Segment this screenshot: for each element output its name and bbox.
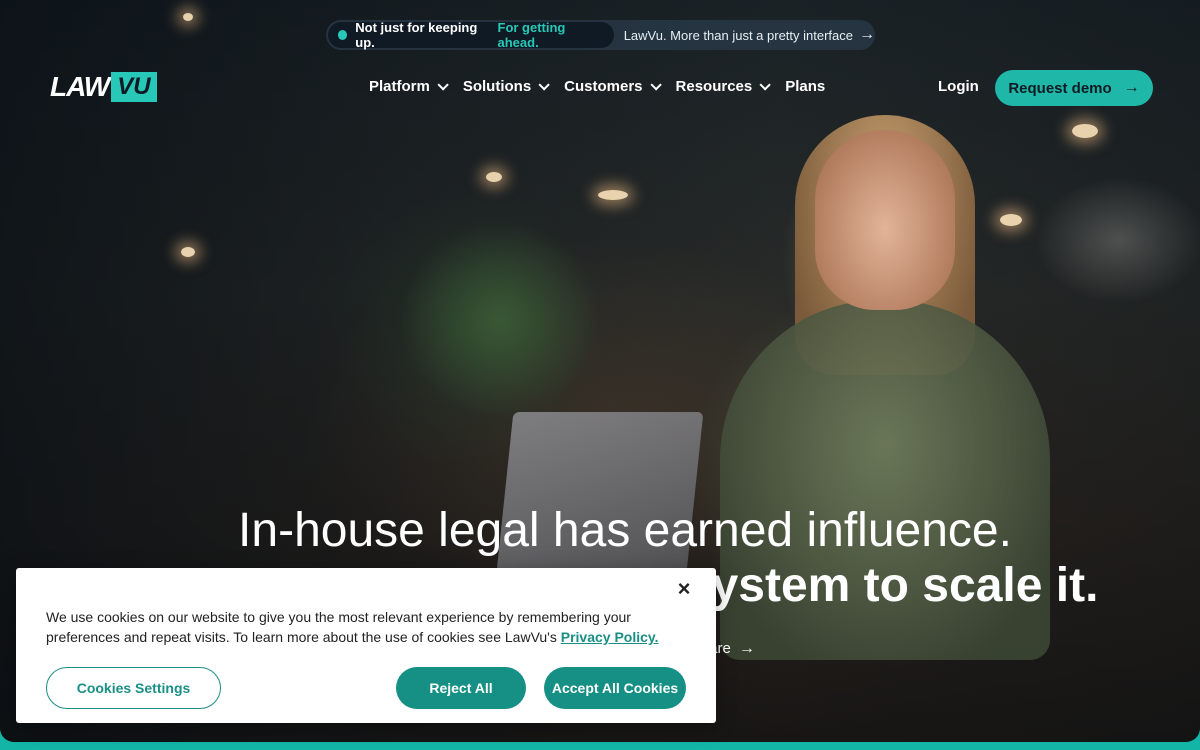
- nav-item-resources[interactable]: Resources: [675, 78, 772, 95]
- request-demo-label: Request demo: [1008, 79, 1112, 97]
- announcement-link[interactable]: LawVu. More than just a pretty interface…: [624, 27, 875, 43]
- cookie-message-text: We use cookies on our website to give yo…: [46, 609, 631, 645]
- logo-vu-text: VU: [111, 72, 157, 102]
- nav-item-plans[interactable]: Plans: [785, 78, 825, 95]
- cookie-banner: × We use cookies on our website to give …: [16, 568, 716, 723]
- ceiling-light: [183, 13, 193, 21]
- ceiling-light: [1000, 214, 1022, 226]
- ceiling-light: [1072, 124, 1098, 138]
- lawvu-logo[interactable]: LAW VU: [50, 71, 157, 102]
- ceiling-light: [598, 190, 628, 200]
- nav-item-label: Plans: [785, 78, 826, 95]
- nav-item-customers[interactable]: Customers: [564, 78, 662, 95]
- accept-all-cookies-button[interactable]: Accept All Cookies: [544, 667, 686, 709]
- person-face: [815, 130, 955, 310]
- announcement-highlight: Not just for keeping up. For getting ahe…: [328, 20, 614, 50]
- chevron-down-icon: [759, 78, 772, 91]
- ceiling-light: [486, 172, 502, 182]
- announcement-accent-text: For getting ahead.: [497, 20, 566, 50]
- logo-law-text: LAW: [50, 71, 110, 102]
- announcement-message: LawVu. More than just a pretty interface: [623, 27, 853, 43]
- cookies-settings-button[interactable]: Cookies Settings: [46, 667, 221, 709]
- hero-headline-line2-text: ystem to scale it.: [711, 559, 1099, 612]
- cookie-message: We use cookies on our website to give yo…: [46, 607, 686, 647]
- nav-item-solutions[interactable]: Solutions: [462, 78, 550, 95]
- login-link[interactable]: Login: [938, 78, 979, 95]
- arrow-right-icon: →: [738, 639, 755, 657]
- main-nav: Platform Solutions Customers Resources P…: [369, 78, 825, 95]
- nav-item-label: Solutions: [462, 78, 532, 95]
- close-icon[interactable]: ×: [674, 577, 694, 601]
- chevron-down-icon: [649, 78, 662, 91]
- nav-item-platform[interactable]: Platform: [369, 78, 449, 95]
- announcement-strong-text: Not just for keeping up.: [355, 20, 478, 50]
- background-plant: [400, 220, 600, 420]
- chevron-down-icon: [538, 78, 550, 91]
- nav-item-label: Platform: [369, 78, 430, 95]
- status-dot-icon: [338, 30, 348, 40]
- arrow-right-icon: →: [1123, 79, 1140, 96]
- nav-item-label: Customers: [564, 78, 643, 95]
- hero-headline-line1: In-house legal has earned influence.: [238, 504, 1012, 557]
- reject-all-button[interactable]: Reject All: [396, 667, 526, 709]
- ceiling-light: [181, 247, 195, 257]
- chevron-down-icon: [437, 78, 449, 91]
- request-demo-button[interactable]: Request demo →: [995, 70, 1153, 106]
- announcement-bar[interactable]: Not just for keeping up. For getting ahe…: [326, 20, 875, 50]
- arrow-right-icon: →: [859, 26, 875, 43]
- privacy-policy-link[interactable]: Privacy Policy.: [561, 629, 659, 645]
- nav-item-label: Resources: [675, 78, 753, 95]
